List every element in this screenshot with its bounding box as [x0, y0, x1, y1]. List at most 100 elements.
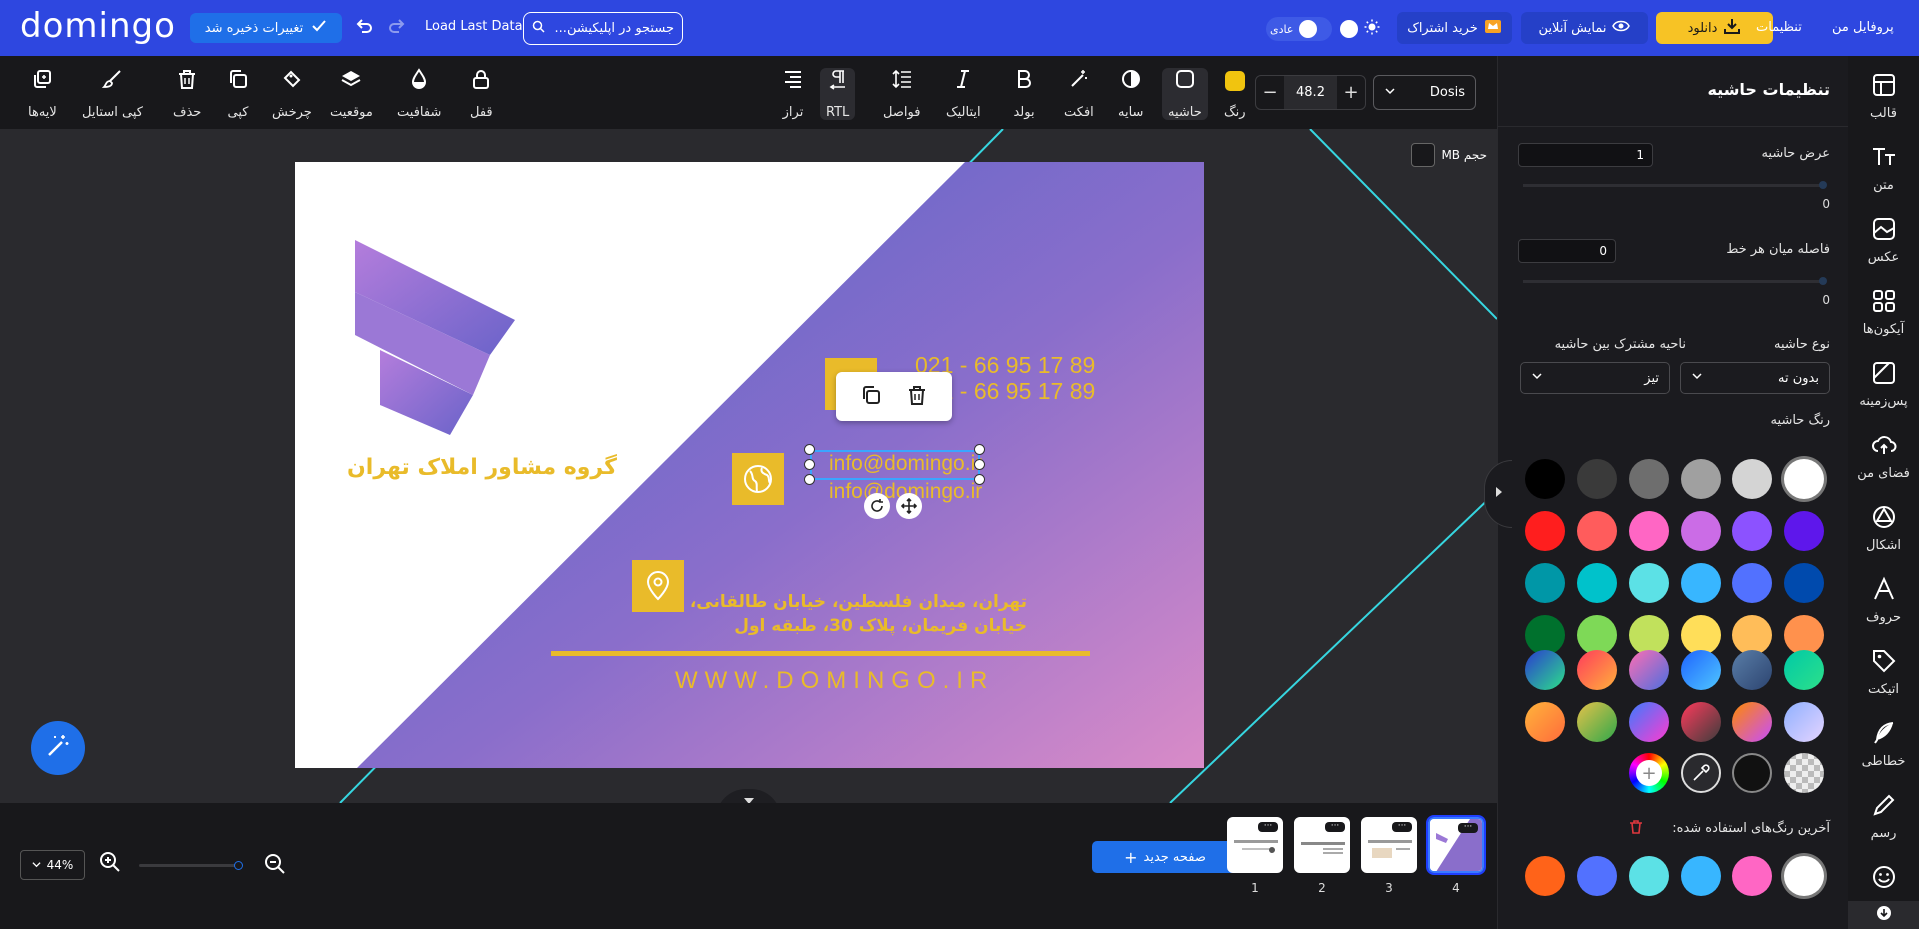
border-type-select[interactable]: بدون ته	[1680, 362, 1830, 394]
zoom-slider-thumb[interactable]	[234, 861, 243, 870]
border-tool[interactable]: حاشیه	[1162, 68, 1208, 120]
join-type-select[interactable]: تیز	[1520, 362, 1670, 394]
move-handle-icon[interactable]	[896, 493, 922, 519]
load-last-data-button[interactable]: Load Last Data	[425, 19, 523, 34]
recent-color-swatch[interactable]	[1681, 856, 1721, 896]
lock-tool[interactable]: قفل	[470, 68, 493, 120]
canvas-area[interactable]: حجم MB گروه مشاور املاک تهران 021 - 66 9…	[0, 129, 1497, 803]
recent-color-swatch[interactable]	[1629, 856, 1669, 896]
rotate-tool[interactable]: چرخش	[272, 68, 312, 120]
resize-handle-right[interactable]	[974, 459, 985, 470]
border-width-slider[interactable]	[1523, 181, 1827, 189]
position-tool[interactable]: موقعیت	[330, 68, 373, 120]
spacing-tool[interactable]: فواصل	[883, 68, 920, 120]
resize-handle-left[interactable]	[804, 459, 815, 470]
color-swatch[interactable]	[1629, 511, 1669, 551]
color-swatch[interactable]	[1732, 563, 1772, 603]
more-icon[interactable]: ···	[1258, 822, 1278, 832]
zoom-in-icon[interactable]	[99, 851, 121, 877]
eyedropper-icon[interactable]	[1681, 753, 1721, 793]
color-swatch[interactable]	[1525, 459, 1565, 499]
new-page-button[interactable]: صفحه جدید +	[1092, 841, 1238, 873]
resize-handle-bottom-left[interactable]	[804, 474, 815, 485]
custom-color-picker[interactable]: +	[1629, 753, 1669, 793]
duplicate-icon[interactable]	[860, 384, 882, 410]
sidebar-item-photo[interactable]: عکس	[1848, 216, 1919, 276]
calculator-icon[interactable]	[1411, 143, 1436, 167]
resize-handle-bottom-right[interactable]	[974, 474, 985, 485]
sidebar-item-my-space[interactable]: فضای من	[1848, 432, 1919, 492]
globe-icon[interactable]	[732, 453, 784, 505]
transparent-color-swatch[interactable]	[1784, 753, 1824, 793]
more-icon[interactable]: ···	[1325, 822, 1345, 832]
layers-tool[interactable]: لایه‌ها	[28, 68, 57, 120]
color-swatch[interactable]	[1577, 511, 1617, 551]
zoom-out-icon[interactable]	[264, 853, 286, 879]
page-thumbnail-1[interactable]: ···	[1227, 817, 1283, 873]
color-swatch[interactable]	[1577, 563, 1617, 603]
logo[interactable]: domingo	[20, 6, 176, 46]
sidebar-item-letters[interactable]: حروف	[1848, 576, 1919, 636]
color-swatch[interactable]	[1681, 563, 1721, 603]
sidebar-item-draw[interactable]: رسم	[1848, 792, 1919, 852]
more-icon[interactable]: ···	[1458, 823, 1478, 833]
black-outline-swatch[interactable]	[1732, 753, 1772, 793]
color-swatch[interactable]	[1629, 459, 1669, 499]
color-swatch[interactable]	[1525, 563, 1565, 603]
color-swatch[interactable]	[1732, 511, 1772, 551]
recent-color-swatch[interactable]	[1525, 856, 1565, 896]
selection-box[interactable]	[810, 450, 980, 480]
theme-toggle[interactable]	[1340, 17, 1384, 41]
italic-tool[interactable]: ایتالیک	[946, 68, 981, 120]
design-page[interactable]: گروه مشاور املاک تهران 021 - 66 95 17 89…	[295, 162, 1204, 768]
resize-handle-top-left[interactable]	[804, 444, 815, 455]
resize-handle-top-right[interactable]	[974, 444, 985, 455]
border-width-input[interactable]: 1	[1518, 143, 1653, 167]
trash-icon[interactable]	[906, 384, 928, 410]
sidebar-item-sticker[interactable]: اتیکت	[1848, 648, 1919, 708]
color-swatch[interactable]	[1681, 459, 1721, 499]
page-thumbnail-2[interactable]: ···	[1294, 817, 1350, 873]
mode-toggle[interactable]: عادی	[1266, 17, 1332, 41]
text-color-tool[interactable]: رنگ	[1224, 68, 1246, 120]
zoom-select[interactable]: 44%	[20, 850, 85, 880]
page-thumbnail-4-active[interactable]: ···	[1426, 815, 1486, 875]
slider-thumb[interactable]	[1819, 277, 1827, 285]
page-thumbnail-3[interactable]: ···	[1361, 817, 1417, 873]
redo-icon[interactable]	[386, 16, 408, 38]
sidebar-item-calligraphy[interactable]: خطاطی	[1848, 720, 1919, 780]
sidebar-item-templates[interactable]: قالب	[1848, 72, 1919, 132]
rotate-handle-icon[interactable]	[864, 493, 890, 519]
recent-color-swatch[interactable]	[1784, 856, 1824, 896]
color-swatch[interactable]	[1681, 511, 1721, 551]
color-swatch[interactable]	[1732, 459, 1772, 499]
copy-style-tool[interactable]: کپی استایل	[82, 68, 143, 120]
copy-tool[interactable]: کپی	[227, 68, 249, 120]
undo-icon[interactable]	[353, 16, 375, 38]
location-pin-icon[interactable]	[632, 560, 684, 612]
saved-status-button[interactable]: تغییرات ذخیره شد	[190, 13, 342, 43]
sidebar-item-background[interactable]: پس‌زمینه	[1848, 360, 1919, 420]
divider-line[interactable]	[551, 651, 1090, 656]
address-text[interactable]: تهران، میدان فلسطین، خیابان طالقانی، خیا…	[690, 590, 1027, 638]
clear-recent-icon[interactable]	[1628, 819, 1644, 839]
color-swatch[interactable]	[1784, 563, 1824, 603]
font-size-value[interactable]: 48.2	[1284, 76, 1337, 109]
color-swatch[interactable]	[1577, 459, 1617, 499]
rtl-tool[interactable]: RTL	[820, 68, 856, 120]
color-swatch[interactable]	[1525, 511, 1565, 551]
effect-tool[interactable]: افکت	[1064, 68, 1094, 120]
website-text[interactable]: WWW.DOMINGO.IR	[675, 667, 988, 695]
sidebar-item-emoji[interactable]	[1848, 864, 1919, 894]
color-swatch[interactable]	[1629, 563, 1669, 603]
recent-color-swatch[interactable]	[1732, 856, 1772, 896]
buy-subscription-button[interactable]: خرید اشتراک	[1397, 12, 1512, 44]
align-tool[interactable]: تراز	[782, 68, 804, 120]
sidebar-item-shapes[interactable]: اشکال	[1848, 504, 1919, 564]
bold-tool[interactable]: بولد	[1013, 68, 1035, 120]
line-spacing-slider[interactable]	[1523, 277, 1827, 285]
delete-tool[interactable]: حذف	[173, 68, 201, 120]
sidebar-scroll-down[interactable]	[1848, 901, 1919, 929]
font-size-increase-button[interactable]: +	[1337, 76, 1365, 109]
magic-assistant-button[interactable]	[31, 721, 85, 775]
